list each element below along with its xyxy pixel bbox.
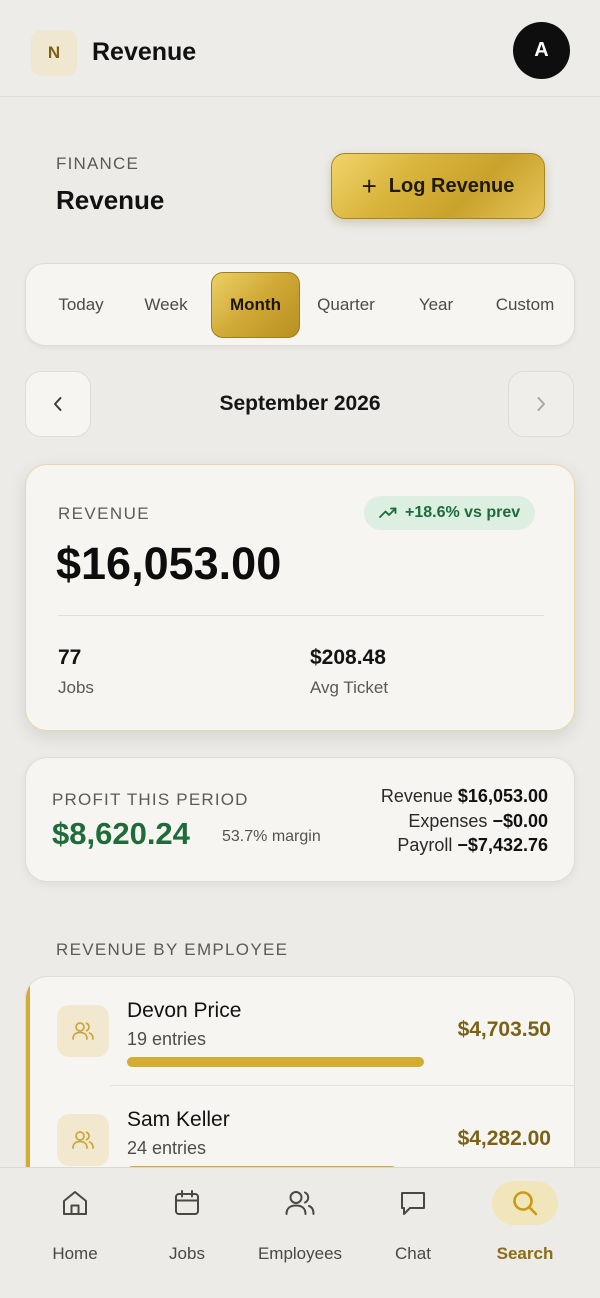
tab-week[interactable]: Week: [126, 272, 206, 338]
log-revenue-label: Log Revenue: [388, 174, 515, 197]
profit-card: PROFIT THIS PERIOD $8,620.24 53.7% margi…: [25, 757, 575, 882]
employee-share-fill: [127, 1057, 424, 1067]
chat-icon: [380, 1181, 446, 1225]
chevron-left-icon: [54, 397, 62, 411]
trend-text: +18.6% vs prev: [405, 504, 521, 521]
list-item[interactable]: Devon Price 19 entries $4,703.50: [26, 977, 574, 1086]
profit-breakdown: Revenue $16,053.00 Expenses −$0.00 Payro…: [381, 784, 548, 858]
revenue-summary-card: REVENUE +18.6% vs prev $16,053.00 77 Job…: [25, 464, 575, 731]
employee-amount: $4,282.00: [457, 1127, 551, 1150]
nav-search-label: Search: [496, 1244, 554, 1263]
profit-amount: $8,620.24: [52, 816, 190, 851]
employee-amount: $4,703.50: [457, 1018, 551, 1041]
nav-jobs[interactable]: Jobs: [131, 1168, 243, 1268]
calendar-icon: [154, 1181, 220, 1225]
users-icon: [57, 1114, 109, 1166]
plus-icon: +: [361, 171, 377, 201]
breakdown-expenses: Expenses −$0.00: [408, 810, 548, 831]
header-title: Revenue: [92, 38, 197, 66]
app-logo[interactable]: N: [31, 30, 77, 76]
nav-employees[interactable]: Employees: [244, 1168, 356, 1268]
divider: [58, 615, 544, 616]
breakdown-revenue: Revenue $16,053.00: [380, 786, 548, 806]
avg-ticket-value: $208.48: [310, 646, 386, 669]
nav-chat-label: Chat: [395, 1244, 431, 1263]
nav-search[interactable]: Search: [469, 1168, 581, 1268]
tab-month[interactable]: Month: [211, 272, 300, 338]
breakdown-payroll: Payroll −$7,432.76: [397, 835, 548, 855]
nav-chat[interactable]: Chat: [357, 1168, 469, 1268]
page-title: Revenue: [56, 185, 165, 215]
avatar[interactable]: A: [513, 22, 570, 79]
tab-today[interactable]: Today: [36, 272, 126, 338]
home-icon: [42, 1181, 108, 1225]
employee-name: Sam Keller: [127, 1108, 230, 1131]
section-label: FINANCE: [56, 154, 140, 173]
trend-badge: +18.6% vs prev: [364, 496, 536, 530]
trending-up-icon: [379, 507, 397, 518]
tab-custom[interactable]: Custom: [484, 272, 566, 338]
tab-quarter[interactable]: Quarter: [304, 272, 388, 338]
revenue-label: REVENUE: [58, 504, 150, 523]
avg-ticket-label: Avg Ticket: [310, 678, 389, 697]
jobs-label: Jobs: [58, 678, 94, 697]
employee-entries: 24 entries: [127, 1138, 207, 1158]
nav-employees-label: Employees: [257, 1244, 343, 1263]
nav-home-label: Home: [52, 1244, 98, 1263]
app-header: N Revenue A: [0, 0, 600, 97]
profit-margin: 53.7% margin: [222, 828, 321, 845]
prev-month-button[interactable]: [25, 371, 91, 437]
nav-home[interactable]: Home: [19, 1168, 131, 1268]
users-icon: [57, 1005, 109, 1057]
jobs-count: 77: [58, 646, 82, 669]
row-accent: [26, 977, 30, 1086]
log-revenue-button[interactable]: + Log Revenue: [331, 153, 545, 219]
employee-share-bar: [127, 1057, 424, 1067]
next-month-button[interactable]: [508, 371, 574, 437]
revenue-amount: $16,053.00: [56, 538, 282, 589]
users-icon: [267, 1181, 333, 1225]
current-month-label: September 2026: [219, 392, 381, 415]
employee-entries: 19 entries: [127, 1029, 207, 1049]
employee-name: Devon Price: [127, 999, 242, 1022]
profit-label: PROFIT THIS PERIOD: [52, 790, 249, 809]
employee-section-heading: REVENUE BY EMPLOYEE: [56, 940, 289, 959]
bottom-nav: Home Jobs Employees Chat Search: [0, 1167, 600, 1298]
search-icon: [492, 1181, 558, 1225]
chevron-right-icon: [537, 397, 545, 411]
period-tabs: Today Week Month Quarter Year Custom: [25, 263, 575, 346]
tab-year[interactable]: Year: [396, 272, 476, 338]
nav-jobs-label: Jobs: [169, 1244, 205, 1263]
